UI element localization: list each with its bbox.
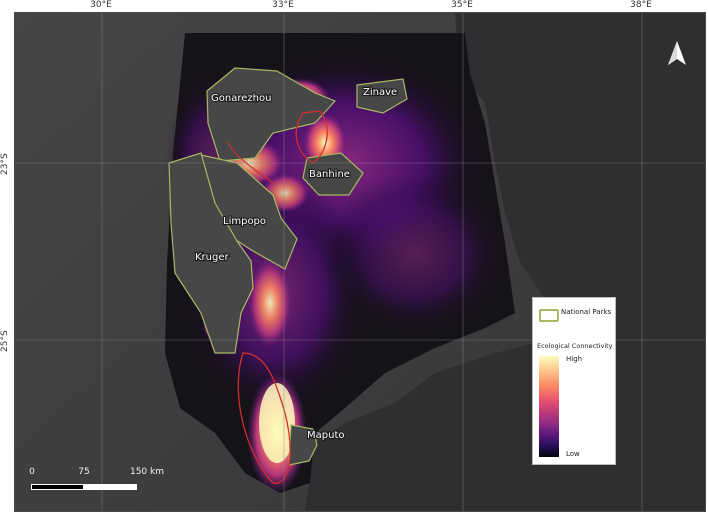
connectivity-color-ramp [539,356,559,457]
latitude-label-25s: 25°S [0,330,10,352]
label-zinave: Zinave [363,87,397,98]
scale-label-150: 150 km [129,467,165,477]
label-banhine: Banhine [309,169,350,180]
national-parks-label: National Parks [561,308,612,316]
label-maputo: Maputo [307,430,344,441]
longitude-label-30e: 30°E [90,0,112,10]
scale-segment-black [31,484,84,490]
longitude-label-35e: 35°E [451,0,473,10]
connectivity-high-label: High [566,355,583,363]
label-gonarezhou: Gonarezhou [211,93,271,104]
scale-label-0: 0 [29,467,35,477]
scale-label-75: 75 [78,467,90,477]
latitude-label-23s: 23°S [0,153,10,175]
label-kruger: Kruger [195,252,230,263]
connectivity-title: Ecological Connectivity [537,342,613,350]
longitude-label-38e: 38°E [630,0,652,10]
scale-bar: 0 75 150 km [29,467,164,491]
label-limpopo: Limpopo [223,216,266,227]
national-parks-swatch [539,309,559,322]
scale-segment-white [84,484,137,490]
map-legend: National Parks Ecological Connectivity H… [532,297,616,465]
connectivity-low-label: Low [566,450,580,458]
longitude-label-33e: 33°E [272,0,294,10]
